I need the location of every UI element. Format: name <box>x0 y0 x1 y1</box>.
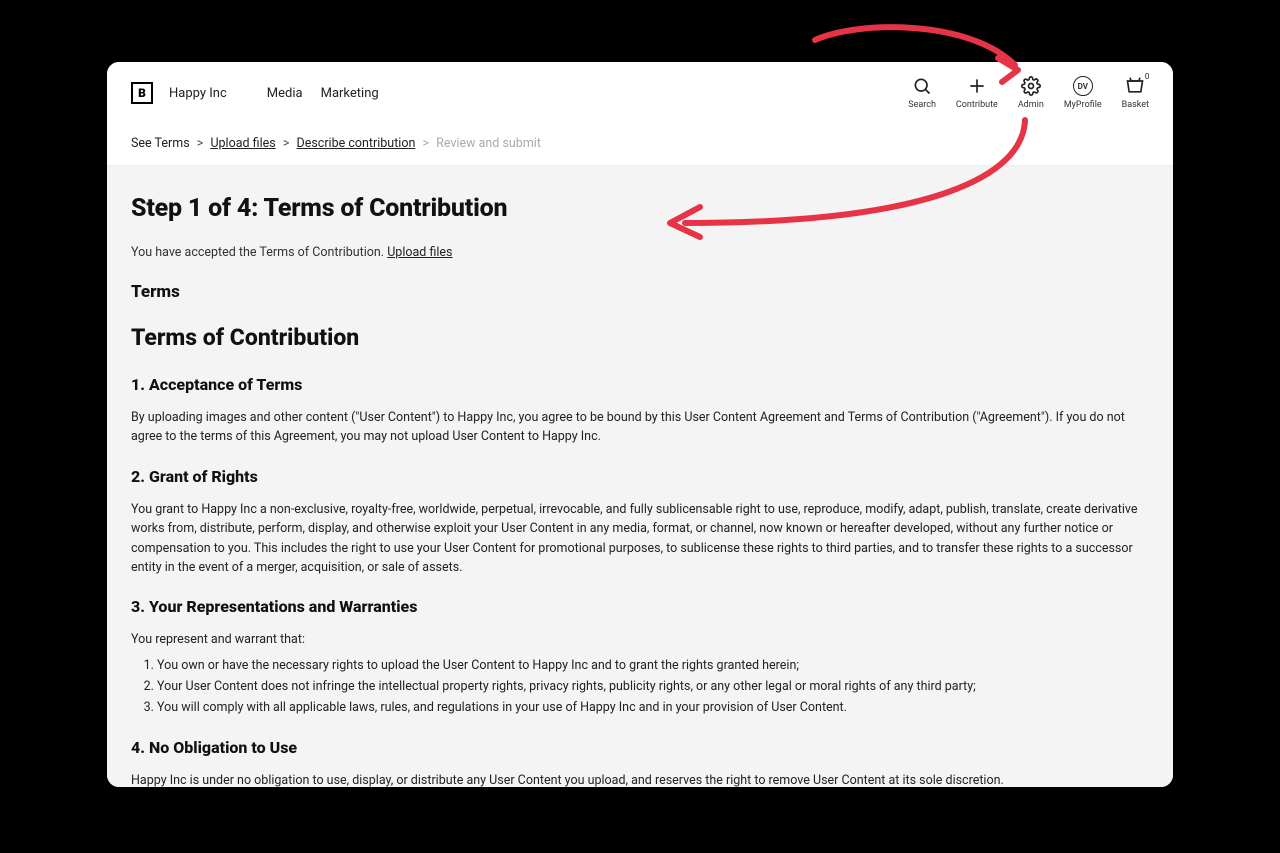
basket-button[interactable]: 0 Basket <box>1122 76 1149 110</box>
section-3-list: You own or have the necessary rights to … <box>157 656 1149 718</box>
terms-title: Terms of Contribution <box>131 324 1149 351</box>
section-1-body: By uploading images and other content ("… <box>131 408 1149 447</box>
list-item: You will comply with all applicable laws… <box>157 698 1149 717</box>
search-button[interactable]: Search <box>908 76 936 110</box>
breadcrumb-sep: > <box>422 136 429 151</box>
admin-button[interactable]: Admin <box>1018 76 1044 110</box>
top-actions: Search Contribute Admin DV MyProfile <box>908 76 1149 110</box>
plus-icon <box>967 76 987 96</box>
section-2-heading: 2. Grant of Rights <box>131 467 1149 486</box>
breadcrumb-upload-files[interactable]: Upload files <box>210 136 275 151</box>
breadcrumb-sep: > <box>197 136 204 151</box>
search-icon <box>912 76 932 96</box>
terms-label: Terms <box>131 282 1149 302</box>
topbar: B Happy Inc Media Marketing Search Contr… <box>107 62 1173 118</box>
breadcrumb-see-terms[interactable]: See Terms <box>131 136 190 151</box>
app-window: B Happy Inc Media Marketing Search Contr… <box>107 62 1173 787</box>
contribute-button[interactable]: Contribute <box>956 76 998 110</box>
section-3-intro: You represent and warrant that: <box>131 630 1149 649</box>
basket-count: 0 <box>1145 72 1150 81</box>
content-area: Step 1 of 4: Terms of Contribution You h… <box>107 166 1173 787</box>
section-2-body: You grant to Happy Inc a non-exclusive, … <box>131 500 1149 578</box>
list-item: You own or have the necessary rights to … <box>157 656 1149 675</box>
brand-logo[interactable]: B <box>131 82 153 104</box>
profile-label: MyProfile <box>1064 100 1102 110</box>
breadcrumb-review-submit: Review and submit <box>436 136 541 151</box>
brand-name[interactable]: Happy Inc <box>169 86 227 101</box>
upload-files-link[interactable]: Upload files <box>387 245 452 260</box>
basket-icon: 0 <box>1125 76 1145 96</box>
section-4-body: Happy Inc is under no obligation to use,… <box>131 771 1149 787</box>
nav-media[interactable]: Media <box>267 86 303 101</box>
step-title: Step 1 of 4: Terms of Contribution <box>131 194 1149 223</box>
primary-nav: Media Marketing <box>267 86 379 101</box>
search-label: Search <box>908 100 936 110</box>
profile-button[interactable]: DV MyProfile <box>1064 76 1102 110</box>
gear-icon <box>1021 76 1041 96</box>
basket-label: Basket <box>1122 100 1149 110</box>
breadcrumb-sep: > <box>283 136 290 151</box>
section-4-heading: 4. No Obligation to Use <box>131 738 1149 757</box>
section-3-heading: 3. Your Representations and Warranties <box>131 597 1149 616</box>
admin-label: Admin <box>1018 100 1044 110</box>
breadcrumb: See Terms > Upload files > Describe cont… <box>131 136 1149 151</box>
accepted-message: You have accepted the Terms of Contribut… <box>131 245 1149 260</box>
contribute-label: Contribute <box>956 100 998 110</box>
list-item: Your User Content does not infringe the … <box>157 677 1149 696</box>
nav-marketing[interactable]: Marketing <box>321 86 379 101</box>
breadcrumb-bar: See Terms > Upload files > Describe cont… <box>107 118 1173 166</box>
section-1-heading: 1. Acceptance of Terms <box>131 375 1149 394</box>
accepted-text: You have accepted the Terms of Contribut… <box>131 245 387 260</box>
avatar-icon: DV <box>1073 76 1093 96</box>
breadcrumb-describe-contribution[interactable]: Describe contribution <box>297 136 416 151</box>
